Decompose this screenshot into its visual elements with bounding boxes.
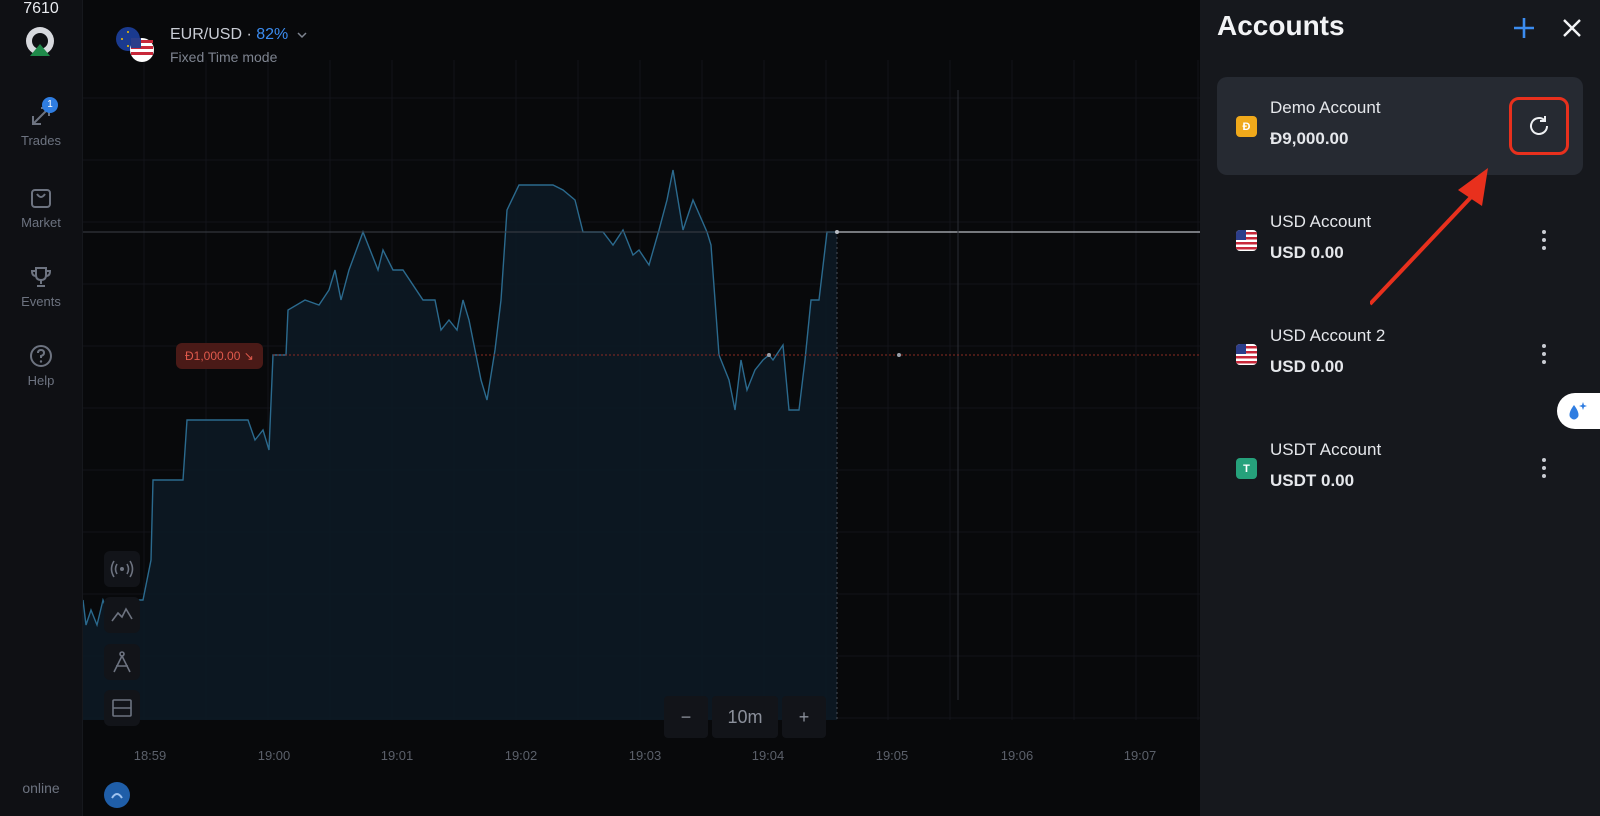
price-chart[interactable] — [83, 0, 1200, 816]
help-icon — [30, 345, 52, 367]
account-name: USD Account 2 — [1270, 326, 1386, 345]
time-label: 19:03 — [628, 748, 662, 763]
us-flag-icon — [1236, 344, 1257, 365]
zoom-out-button[interactable]: − — [664, 696, 708, 738]
signals-button[interactable] — [104, 551, 140, 587]
account-name: Demo Account — [1270, 98, 1381, 117]
more-icon[interactable] — [1532, 337, 1556, 371]
more-icon[interactable] — [1532, 451, 1556, 485]
bag-icon — [31, 189, 51, 208]
split-layout-icon — [112, 699, 132, 717]
drawing-tools-button[interactable] — [104, 644, 140, 680]
nav-help-label: Help — [27, 373, 55, 388]
time-label: 19:07 — [1123, 748, 1157, 763]
zoom-control: − 10m + — [664, 696, 826, 738]
chart-area[interactable]: Đ1,000.00 ↘ — [83, 0, 1200, 816]
asset-title: EUR/USD · 82% — [170, 26, 307, 44]
nav-market[interactable]: Market — [0, 185, 82, 230]
line-chart-icon — [111, 607, 133, 622]
left-sidebar: 1 Trades Market Events Help 7610 online — [0, 0, 83, 816]
chevron-down-icon — [297, 32, 307, 39]
time-label: 19:00 — [257, 748, 291, 763]
account-balance: USD 0.00 — [1270, 243, 1344, 262]
asset-mode: Fixed Time mode — [170, 49, 278, 65]
asset-payout: 82% — [256, 26, 289, 43]
zoom-in-button[interactable]: + — [782, 696, 826, 738]
accounts-panel: Accounts Đ Demo Account Đ9,000.00 USD Ac… — [1200, 0, 1600, 816]
layout-button[interactable] — [104, 690, 140, 726]
trophy-icon — [30, 267, 52, 287]
trades-badge: 1 — [42, 97, 58, 113]
nav-events-label: Events — [21, 294, 61, 309]
panel-title: Accounts — [1217, 10, 1345, 41]
us-flag-icon — [1236, 230, 1257, 251]
time-label: 18:59 — [133, 748, 167, 763]
refresh-balance-button[interactable] — [1509, 97, 1569, 155]
time-label: 19:05 — [875, 748, 909, 763]
zoom-level: 10m — [712, 696, 778, 738]
online-label: online — [22, 780, 60, 796]
chart-type-button[interactable] — [104, 597, 140, 633]
broadcast-icon — [110, 560, 134, 578]
time-label: 19:02 — [504, 748, 538, 763]
online-count: 7610 — [23, 0, 59, 17]
compass-icon — [113, 651, 131, 673]
trade-expiry-dot — [897, 353, 901, 357]
demo-currency-icon: Đ — [1236, 116, 1257, 137]
account-balance: USD 0.00 — [1270, 357, 1344, 376]
account-usdt[interactable]: T USDT Account USDT 0.00 — [1217, 419, 1583, 517]
annotation-arrow — [1370, 168, 1488, 306]
account-name: USDT Account — [1270, 440, 1382, 459]
current-price-dot — [835, 230, 839, 234]
usdt-currency-icon: T — [1236, 458, 1257, 479]
asset-separator: · — [242, 26, 257, 43]
account-balance: Đ9,000.00 — [1270, 129, 1349, 148]
time-label: 19:06 — [1000, 748, 1034, 763]
add-account-button[interactable] — [1510, 14, 1538, 42]
account-usd-2[interactable]: USD Account 2 USD 0.00 — [1217, 305, 1583, 403]
close-icon[interactable] — [1560, 16, 1584, 40]
refresh-icon — [1530, 116, 1548, 135]
app-logo-icon[interactable] — [24, 26, 56, 58]
sparkle-drop-icon — [1569, 402, 1587, 420]
nav-trades-label: Trades — [21, 133, 61, 148]
trade-open-label[interactable]: Đ1,000.00 ↘ — [176, 343, 263, 369]
nav-market-label: Market — [21, 215, 61, 230]
nav-help[interactable]: Help — [0, 343, 82, 388]
chat-avatar[interactable] — [104, 782, 130, 808]
eur-usd-flags-icon — [116, 27, 154, 62]
trade-open-dot — [767, 353, 771, 357]
more-icon[interactable] — [1532, 223, 1556, 257]
nav-events[interactable]: Events — [0, 264, 82, 309]
time-label: 19:01 — [380, 748, 414, 763]
asset-pair: EUR/USD — [170, 26, 243, 43]
nav-trades[interactable]: 1 Trades — [0, 97, 82, 148]
account-balance: USDT 0.00 — [1270, 471, 1355, 490]
account-name: USD Account — [1270, 212, 1372, 231]
support-icon — [111, 793, 123, 799]
time-label: 19:04 — [751, 748, 785, 763]
assistant-tab[interactable] — [1557, 393, 1600, 429]
